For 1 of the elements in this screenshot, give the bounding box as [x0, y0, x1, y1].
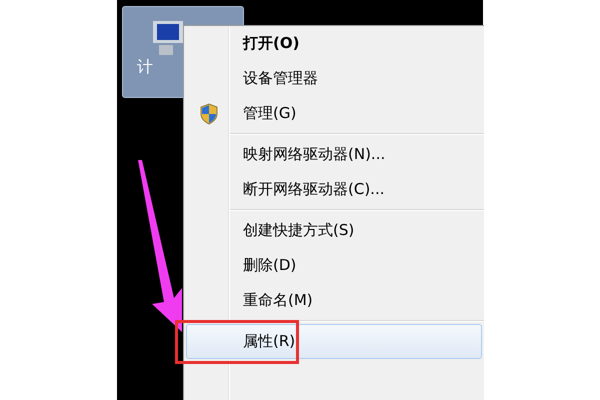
desktop-icon-label: 计 [137, 57, 153, 78]
